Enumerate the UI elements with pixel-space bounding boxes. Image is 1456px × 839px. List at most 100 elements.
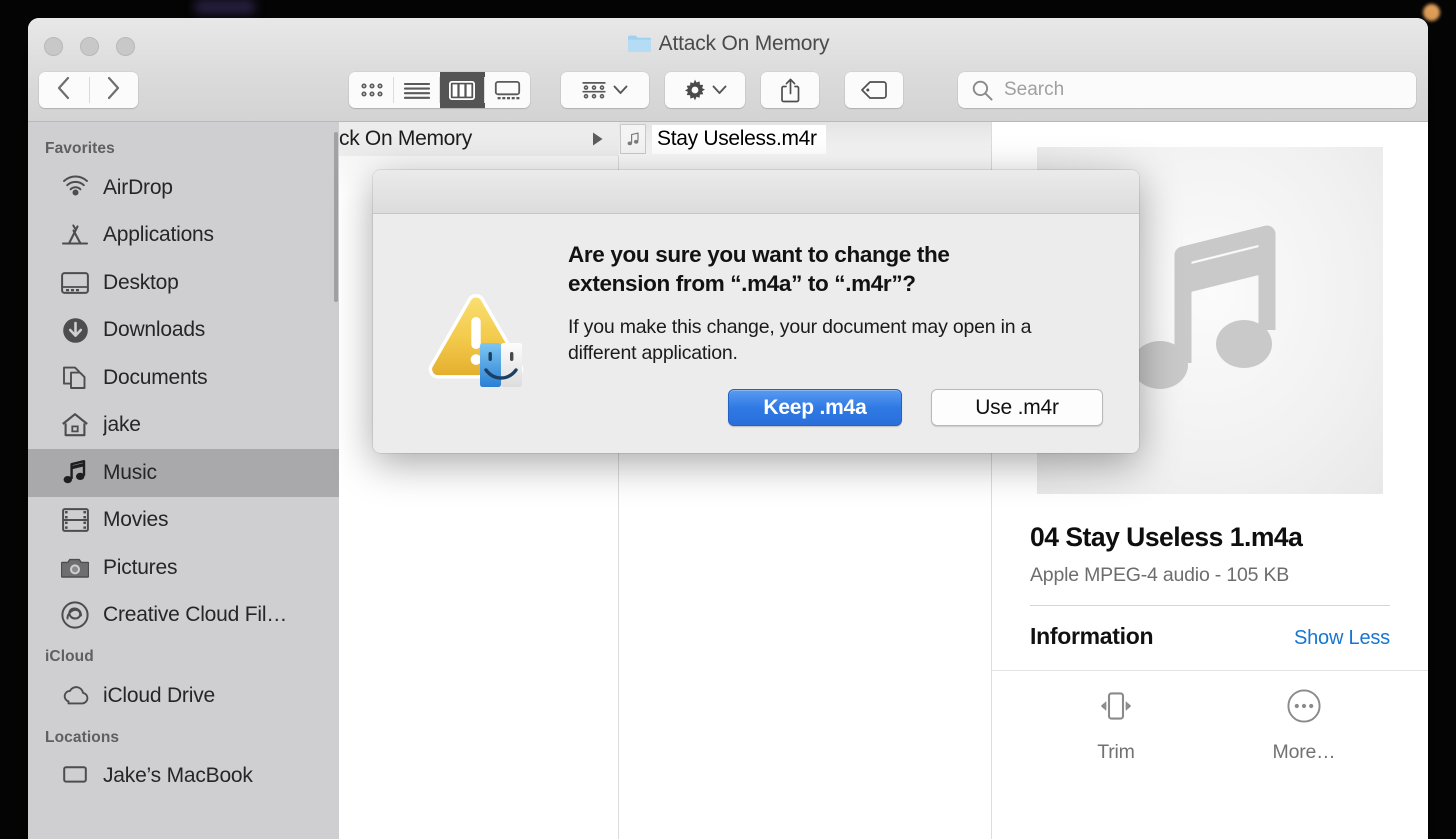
rename-row: Stay Useless.m4r: [620, 122, 826, 156]
music-file-icon: [620, 124, 646, 154]
view-mode-group: [349, 72, 530, 108]
quick-action-label: Trim: [1097, 741, 1135, 763]
chevron-down-icon: [613, 85, 628, 94]
chevron-down-icon: [712, 85, 727, 94]
window-title: Attack On Memory: [28, 32, 1428, 59]
search-placeholder: Search: [1004, 79, 1065, 100]
columns-icon: [449, 80, 476, 100]
folder-icon: [627, 34, 651, 59]
sidebar-item-jakes-macbook[interactable]: Jake’s MacBook: [28, 753, 339, 801]
sidebar-item-label: Downloads: [103, 318, 206, 342]
toolbar: Search: [28, 70, 1428, 122]
list-view-button[interactable]: [394, 72, 440, 108]
arrange-button[interactable]: [561, 72, 649, 108]
sidebar-item-label: Movies: [103, 508, 169, 532]
show-less-link[interactable]: Show Less: [1294, 627, 1390, 650]
gallery-view-button[interactable]: [485, 72, 530, 108]
sidebar-item-label: Documents: [103, 365, 208, 389]
rename-input[interactable]: Stay Useless.m4r: [652, 124, 826, 154]
breadcrumb-parent-label: ck On Memory: [339, 127, 472, 150]
sidebar-item-creative-cloud[interactable]: Creative Cloud Fil…: [28, 592, 339, 640]
use-extension-button[interactable]: Use .m4r: [931, 389, 1103, 426]
sidebar-item-music[interactable]: Music: [28, 449, 339, 497]
dialog-text: Are you sure you want to change the exte…: [568, 240, 1105, 367]
back-button[interactable]: [39, 72, 89, 108]
forward-button[interactable]: [89, 72, 139, 108]
preview-kind: Apple MPEG-4 audio - 105 KB: [1030, 564, 1290, 586]
preview-filename: 04 Stay Useless 1.m4a: [1030, 522, 1303, 552]
sidebar-item-documents[interactable]: Documents: [28, 354, 339, 402]
action-menu-button[interactable]: [665, 72, 745, 108]
warning-triangle-finder-icon: [420, 287, 532, 399]
information-heading: Information: [1030, 623, 1154, 649]
quick-actions: Trim More…: [992, 670, 1428, 764]
sidebar-item-label: Applications: [103, 223, 214, 247]
icon-view-button[interactable]: [349, 72, 395, 108]
triangle-right-icon: [591, 131, 605, 152]
finder-window: Attack On Memory Search Favorites AirDro…: [28, 18, 1428, 839]
sidebar-item-label: Jake’s MacBook: [103, 764, 253, 788]
sidebar-item-label: Music: [103, 460, 157, 484]
desktop-wallpaper-blob: [195, 0, 255, 14]
dialog-buttons: Keep .m4a Use .m4r: [728, 389, 1103, 426]
nav-divider: [88, 77, 90, 103]
dialog-message: If you make this change, your document m…: [568, 315, 1032, 365]
creative-cloud-icon: [60, 601, 90, 629]
applications-icon: [60, 221, 90, 249]
share-button[interactable]: [761, 72, 819, 108]
breadcrumb: ck On Memory Stay Useless.m4r: [339, 122, 1428, 156]
window-title-text: Attack On Memory: [658, 32, 830, 55]
sidebar-item-jake[interactable]: jake: [28, 402, 339, 450]
sidebar-item-label: iCloud Drive: [103, 683, 215, 707]
list-icon: [403, 82, 430, 99]
laptop-icon: [60, 762, 90, 790]
quick-action-trim[interactable]: Trim: [1071, 689, 1161, 764]
home-icon: [60, 411, 90, 439]
chevron-left-icon: [56, 76, 71, 105]
sidebar-item-label: Desktop: [103, 270, 179, 294]
share-icon: [780, 78, 799, 102]
sidebar-item-pictures[interactable]: Pictures: [28, 544, 339, 592]
more-ellipsis-icon: [1287, 689, 1321, 728]
desktop-icon: [60, 269, 90, 297]
dialog-heading: Are you sure you want to change the exte…: [568, 242, 950, 297]
sidebar-item-desktop[interactable]: Desktop: [28, 259, 339, 307]
gear-icon: [685, 79, 705, 101]
breadcrumb-parent[interactable]: ck On Memory: [339, 122, 619, 156]
sidebar-item-airdrop[interactable]: AirDrop: [28, 164, 339, 212]
keep-extension-button[interactable]: Keep .m4a: [728, 389, 902, 426]
search-input[interactable]: Search: [958, 72, 1416, 108]
film-icon: [60, 506, 90, 534]
sidebar-item-label: AirDrop: [103, 175, 173, 199]
music-note-icon: [60, 459, 90, 487]
dialog-titlebar: [373, 170, 1139, 214]
tags-button[interactable]: [845, 72, 903, 108]
navigation-buttons: [39, 72, 138, 108]
sidebar-item-label: jake: [103, 413, 141, 437]
sidebar-item-downloads[interactable]: Downloads: [28, 307, 339, 355]
quick-action-label: More…: [1272, 741, 1336, 763]
column-view-button[interactable]: [439, 72, 485, 108]
camera-icon: [60, 554, 90, 582]
sidebar-section-locations: Locations: [45, 728, 120, 746]
sidebar-item-movies[interactable]: Movies: [28, 497, 339, 545]
cloud-icon: [60, 682, 90, 710]
sidebar-scrollbar[interactable]: [334, 132, 338, 302]
sidebar-item-label: Pictures: [103, 555, 178, 579]
chevron-right-icon: [106, 76, 121, 105]
tag-icon: [861, 81, 887, 99]
sidebar: Favorites AirDrop Applications Desktop D…: [28, 122, 339, 839]
grid-icon: [361, 83, 383, 97]
trim-icon: [1096, 689, 1136, 728]
quick-action-more[interactable]: More…: [1259, 689, 1349, 764]
desktop-background: Attack On Memory Search Favorites AirDro…: [0, 0, 1456, 839]
sidebar-item-applications[interactable]: Applications: [28, 212, 339, 260]
gallery-icon: [494, 80, 520, 99]
sidebar-item-icloud-drive[interactable]: iCloud Drive: [28, 672, 339, 720]
search-icon: [972, 80, 993, 101]
documents-icon: [60, 364, 90, 392]
preview-divider: [1030, 605, 1390, 606]
music-note-icon: [1125, 223, 1295, 418]
airdrop-icon: [60, 174, 90, 202]
sidebar-section-favorites: Favorites: [45, 140, 115, 157]
